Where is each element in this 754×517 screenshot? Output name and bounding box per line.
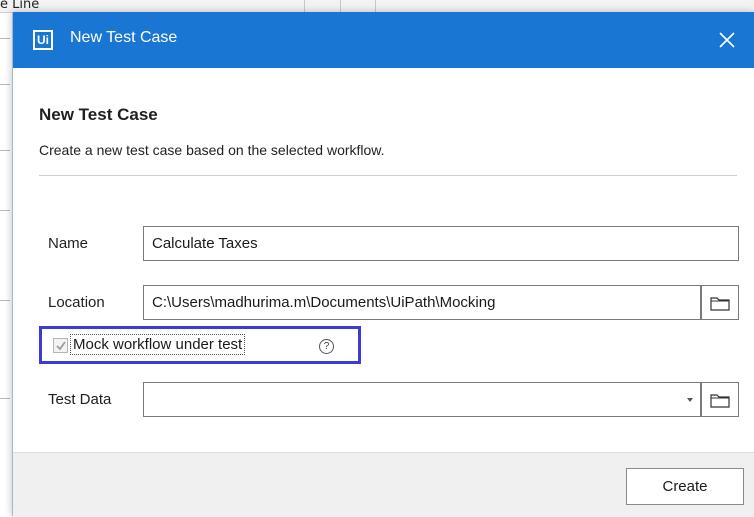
dialog-subtitle: Create a new test case based on the sele… (39, 142, 385, 158)
folder-icon (710, 296, 730, 311)
checkmark-icon (55, 340, 66, 350)
location-label: Location (48, 294, 105, 311)
folder-icon (710, 393, 730, 408)
test-data-dropdown[interactable] (143, 382, 701, 417)
dialog-content: New Test Case Create a new test case bas… (13, 68, 754, 464)
background-row-line (0, 300, 10, 301)
create-button[interactable]: Create (626, 468, 744, 505)
help-icon[interactable]: ? (319, 339, 334, 354)
background-row-line (0, 150, 10, 151)
name-input[interactable]: Calculate Taxes (143, 226, 739, 261)
background-column-divider (340, 0, 341, 12)
close-icon (719, 32, 735, 48)
name-label: Name (48, 235, 89, 252)
browse-location-button[interactable] (701, 285, 739, 320)
mock-workflow-checkbox[interactable] (53, 338, 68, 353)
close-button[interactable] (699, 12, 754, 68)
dialog-heading: New Test Case (39, 105, 158, 124)
background-row-line (0, 210, 10, 211)
background-row-line (0, 84, 10, 85)
mock-workflow-label[interactable]: Mock workflow under test (70, 334, 246, 355)
background-row-line (0, 38, 10, 39)
background-row-line (0, 398, 10, 399)
header-divider (39, 175, 737, 176)
dialog-footer: Create (13, 452, 754, 517)
background-column-header: e Line (0, 0, 40, 12)
background-column-divider (304, 0, 305, 12)
uipath-logo-icon: Ui (33, 30, 53, 50)
chevron-down-icon (687, 398, 693, 402)
background-column-divider (375, 0, 376, 12)
new-test-case-dialog: Ui New Test Case New Test Case Create a … (12, 12, 754, 517)
browse-test-data-button[interactable] (701, 382, 739, 417)
dialog-titlebar: Ui New Test Case (13, 12, 754, 68)
test-data-label: Test Data (48, 391, 112, 408)
location-input[interactable]: C:\Users\madhurima.m\Documents\UiPath\Mo… (143, 285, 701, 320)
dialog-window-title: New Test Case (70, 29, 178, 46)
